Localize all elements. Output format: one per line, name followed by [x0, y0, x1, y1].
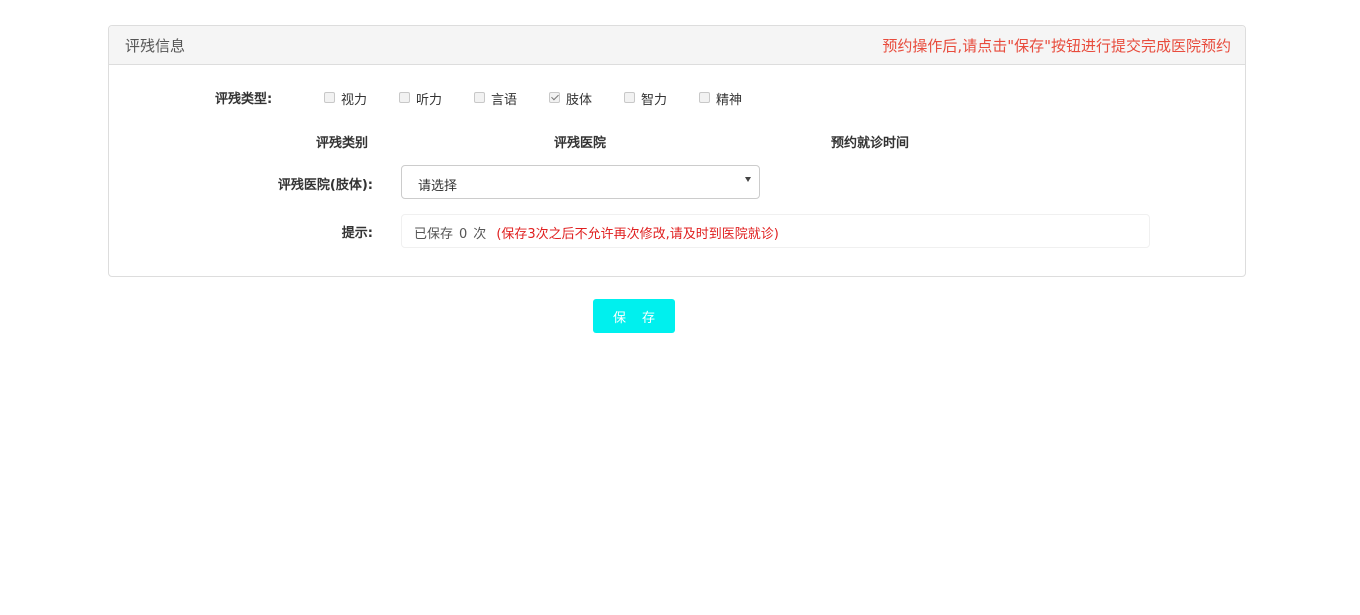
disability-type-label: 评残类型: — [215, 92, 273, 107]
checkbox-mental[interactable] — [699, 92, 710, 103]
type-option-label: 肢体 — [566, 93, 593, 108]
save-count-prefix: 已保存 — [414, 227, 454, 242]
checkbox-hearing[interactable] — [399, 92, 410, 103]
save-notice: 预约操作后,请点击"保存"按钮进行提交完成医院预约 — [882, 37, 1231, 55]
hospital-select[interactable]: 请选择 — [401, 165, 760, 199]
hint-label: 提示: — [341, 226, 373, 241]
type-option-mental[interactable]: 精神 — [699, 89, 742, 108]
type-option-hearing[interactable]: 听力 — [399, 89, 442, 108]
panel-title: 评残信息 — [125, 37, 186, 55]
type-option-intellect[interactable]: 智力 — [624, 89, 667, 108]
type-option-label: 精神 — [716, 93, 743, 108]
hospital-select-label: 评残医院(肢体): — [277, 178, 373, 193]
column-header-time: 预约就诊时间 — [831, 136, 910, 151]
checkbox-limb[interactable] — [549, 92, 560, 103]
save-limit-warning: (保存3次之后不允许再次修改,请及时到医院就诊) — [496, 227, 779, 242]
save-count: 0 — [459, 227, 468, 242]
column-header-category: 评残类别 — [316, 136, 369, 151]
checkbox-intellect[interactable] — [624, 92, 635, 103]
disability-info-panel: 评残信息 预约操作后,请点击"保存"按钮进行提交完成医院预约 评残类型: 视力 … — [108, 25, 1246, 277]
checkbox-speech[interactable] — [474, 92, 485, 103]
type-option-label: 视力 — [341, 93, 368, 108]
hint-box: 已保存 0 次 (保存3次之后不允许再次修改,请及时到医院就诊) — [401, 214, 1150, 248]
column-header-hospital: 评残医院 — [554, 136, 607, 151]
type-option-vision[interactable]: 视力 — [324, 89, 367, 108]
type-option-label: 智力 — [641, 93, 668, 108]
type-option-limb[interactable]: 肢体 — [549, 89, 592, 108]
chevron-down-icon — [745, 177, 751, 182]
type-option-label: 言语 — [491, 93, 518, 108]
checkbox-vision[interactable] — [324, 92, 335, 103]
save-count-suffix: 次 — [473, 227, 487, 242]
save-button[interactable]: 保存 — [593, 299, 675, 333]
hospital-select-value: 请选择 — [418, 179, 458, 194]
hint-text: 已保存 0 次 (保存3次之后不允许再次修改,请及时到医院就诊) — [414, 223, 779, 242]
type-option-label: 听力 — [416, 93, 443, 108]
panel-heading: 评残信息 预约操作后,请点击"保存"按钮进行提交完成医院预约 — [109, 26, 1245, 65]
type-option-speech[interactable]: 言语 — [474, 89, 517, 108]
disability-type-row: 评残类型: 视力 听力 言语 肢体 智力 精神 — [109, 88, 1245, 110]
